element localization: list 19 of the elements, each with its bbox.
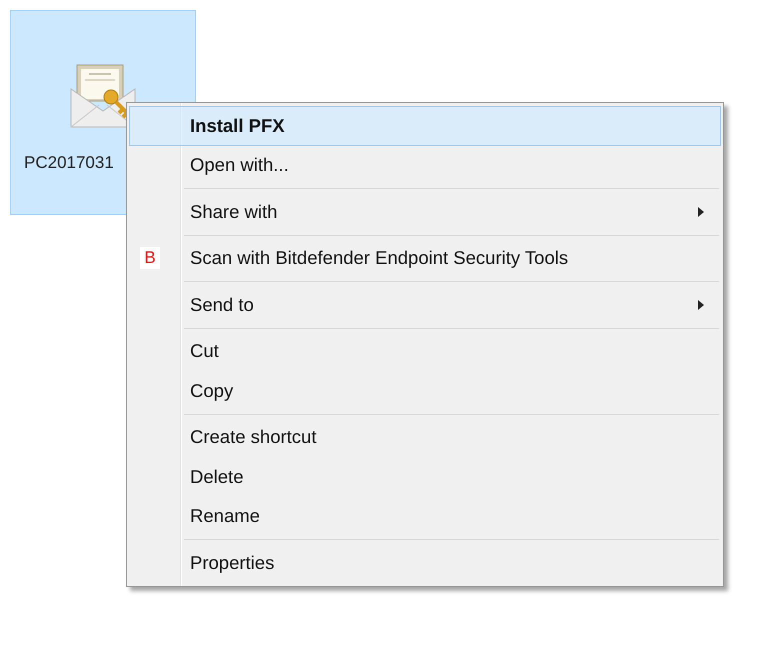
file-name: PC2017031 (24, 153, 114, 173)
menu-item[interactable]: B Scan with Bitdefender Endpoint Security Tools (129, 238, 721, 278)
menu-item[interactable]: Cut (129, 332, 721, 371)
menu-item[interactable]: Send to (129, 285, 721, 324)
menu-item-label: Send to (190, 294, 254, 316)
menu-item-label: Scan with Bitdefender Endpoint Security Tools (190, 247, 568, 270)
menu-item-label: Cut (190, 340, 219, 362)
menu-item[interactable]: Delete (129, 457, 721, 496)
menu-item-label: Create shortcut (190, 426, 316, 448)
menu-item[interactable]: Install PFX (129, 106, 721, 146)
menu-item-label: Delete (190, 466, 244, 488)
menu-item-label: Copy (190, 380, 234, 402)
menu-item-label: Rename (190, 505, 260, 528)
bitdefender-icon: B (140, 247, 160, 270)
menu-item[interactable]: Copy (129, 371, 721, 410)
menu-item-label: Properties (190, 552, 274, 574)
menu-item[interactable]: Rename (129, 496, 721, 536)
menu-item[interactable]: Create shortcut (129, 418, 721, 457)
menu-item[interactable]: Properties (129, 543, 721, 582)
